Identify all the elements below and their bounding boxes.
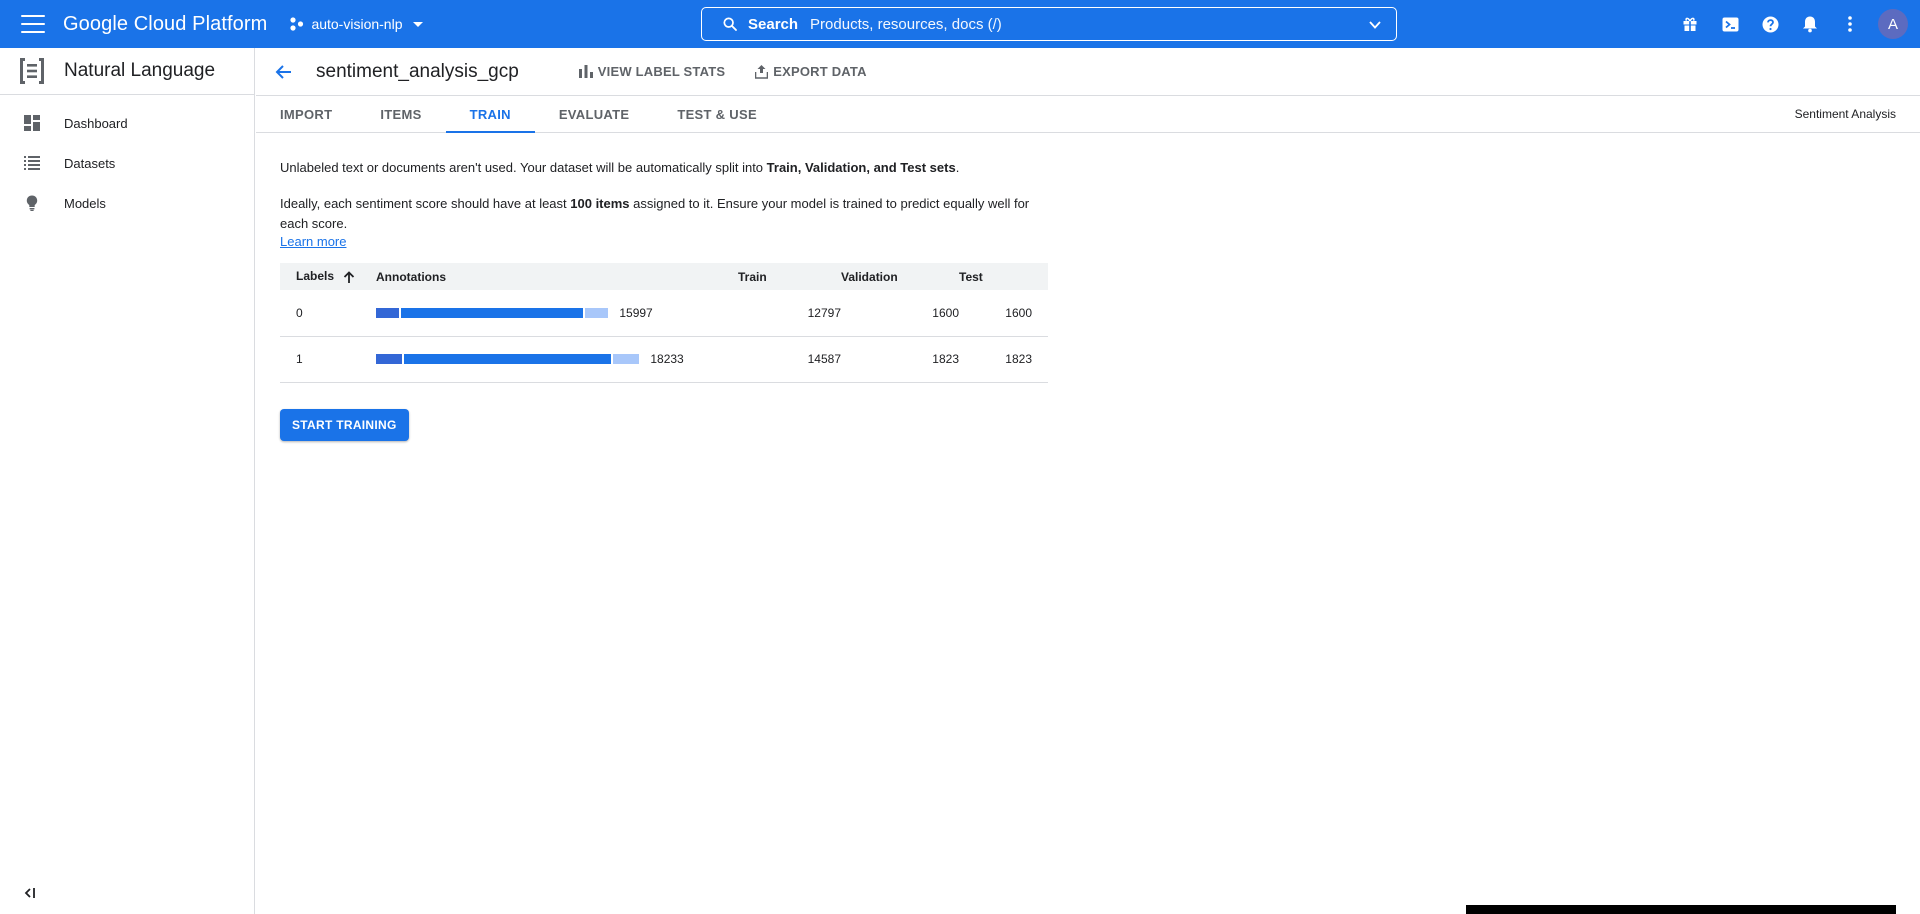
sidebar-item-label: Datasets (64, 155, 116, 171)
notifications-icon[interactable] (1790, 4, 1830, 44)
export-data-button[interactable]: EXPORT DATA (755, 64, 866, 79)
tab-import[interactable]: IMPORT (256, 96, 356, 132)
view-label-stats-label: VIEW LABEL STATS (597, 64, 726, 79)
validation-segment (376, 354, 402, 365)
tab-items[interactable]: ITEMS (356, 96, 445, 132)
sidebar-item-datasets[interactable]: Datasets (0, 143, 254, 183)
train-panel: Unlabeled text or documents aren't used.… (280, 158, 1050, 441)
project-selector[interactable]: auto-vision-nlp (289, 16, 423, 32)
column-header-train: Train (738, 269, 767, 284)
main-menu-icon[interactable] (21, 15, 45, 33)
train-segment (404, 354, 611, 365)
collapse-sidebar-icon[interactable] (22, 884, 40, 902)
sidebar-nav: Dashboard Datasets Models (0, 103, 254, 223)
dataset-tabs: IMPORT ITEMS TRAIN EVALUATE TEST & USE S… (256, 96, 1920, 133)
column-header-annotations: Annotations (376, 269, 446, 284)
search-icon (723, 17, 737, 31)
test-count: 1600 (959, 290, 1048, 337)
snackbar (1466, 905, 1896, 914)
test-segment (613, 354, 639, 365)
bar-chart-icon (578, 65, 593, 78)
sidebar-item-models[interactable]: Models (0, 183, 254, 223)
sort-ascending-icon[interactable] (343, 270, 355, 284)
table-row: 0 15997 12797 1600 1600 (280, 290, 1048, 337)
view-label-stats-button[interactable]: VIEW LABEL STATS (578, 64, 726, 79)
annotations-cell: 15997 (376, 290, 738, 337)
model-objective-label: Sentiment Analysis (1794, 107, 1896, 121)
label-value: 0 (280, 290, 376, 337)
dashboard-icon (23, 114, 41, 132)
cloud-shell-icon[interactable] (1710, 4, 1750, 44)
tab-evaluate[interactable]: EVALUATE (535, 96, 654, 132)
table-row: 1 18233 14587 1823 1823 (280, 336, 1048, 383)
annotations-count: 15997 (619, 306, 653, 321)
column-header-test: Test (959, 269, 983, 284)
learn-more-link[interactable]: Learn more (280, 234, 346, 249)
label-value: 1 (280, 336, 376, 383)
brand-title[interactable]: Google Cloud Platform (63, 13, 267, 36)
test-segment (585, 308, 608, 319)
split-bar (376, 354, 639, 365)
recommendation-text: Ideally, each sentiment score should hav… (280, 196, 1030, 231)
annotations-cell: 18233 (376, 336, 738, 383)
sidebar-item-label: Dashboard (64, 115, 128, 131)
annotations-count: 18233 (650, 352, 684, 367)
lightbulb-icon (23, 194, 41, 212)
help-icon[interactable] (1750, 4, 1790, 44)
product-title: Natural Language (64, 60, 216, 81)
sidebar-item-dashboard[interactable]: Dashboard (0, 103, 254, 143)
search-label: Search (748, 15, 799, 33)
natural-language-logo-icon (20, 58, 44, 84)
account-avatar[interactable]: A (1878, 9, 1908, 39)
more-vert-icon[interactable] (1830, 4, 1870, 44)
tab-test-and-use[interactable]: TEST & USE (653, 96, 781, 132)
test-count: 1823 (959, 336, 1048, 383)
search-placeholder: Products, resources, docs (/) (810, 15, 1002, 33)
list-icon (23, 154, 41, 172)
start-training-button[interactable]: START TRAINING (280, 408, 409, 441)
train-count: 14587 (738, 336, 841, 383)
train-count: 12797 (738, 290, 841, 337)
dataset-title: sentiment_analysis_gcp (316, 60, 519, 82)
validation-segment (376, 308, 399, 319)
gift-icon[interactable] (1670, 4, 1710, 44)
sidebar-item-label: Models (64, 195, 106, 211)
sidebar: Natural Language Dashboard Datasets Mode… (0, 48, 255, 914)
tab-train[interactable]: TRAIN (445, 96, 536, 133)
search-bar[interactable]: Search Products, resources, docs (/) (701, 7, 1397, 41)
label-stats-table: Labels Annotations Train Validation Test… (280, 263, 1048, 383)
table-header-row: Labels Annotations Train Validation Test (280, 263, 1048, 290)
chevron-down-icon (412, 21, 423, 27)
train-segment (401, 308, 583, 319)
dataset-header: sentiment_analysis_gcp VIEW LABEL STATS … (256, 48, 1920, 96)
search-expand-icon[interactable] (1368, 18, 1382, 32)
sidebar-header: Natural Language (0, 48, 254, 95)
column-header-validation: Validation (841, 269, 898, 284)
column-header-labels[interactable]: Labels (280, 263, 376, 290)
validation-count: 1600 (841, 290, 959, 337)
validation-count: 1823 (841, 336, 959, 383)
top-app-bar: Google Cloud Platform auto-vision-nlp Se… (0, 0, 1920, 48)
back-arrow-icon[interactable] (272, 60, 296, 84)
export-data-label: EXPORT DATA (773, 64, 867, 79)
export-icon (755, 64, 769, 79)
split-info-text: Unlabeled text or documents aren't used.… (280, 160, 960, 175)
project-icon (290, 17, 304, 31)
project-name: auto-vision-nlp (311, 16, 403, 32)
split-bar (376, 308, 608, 319)
